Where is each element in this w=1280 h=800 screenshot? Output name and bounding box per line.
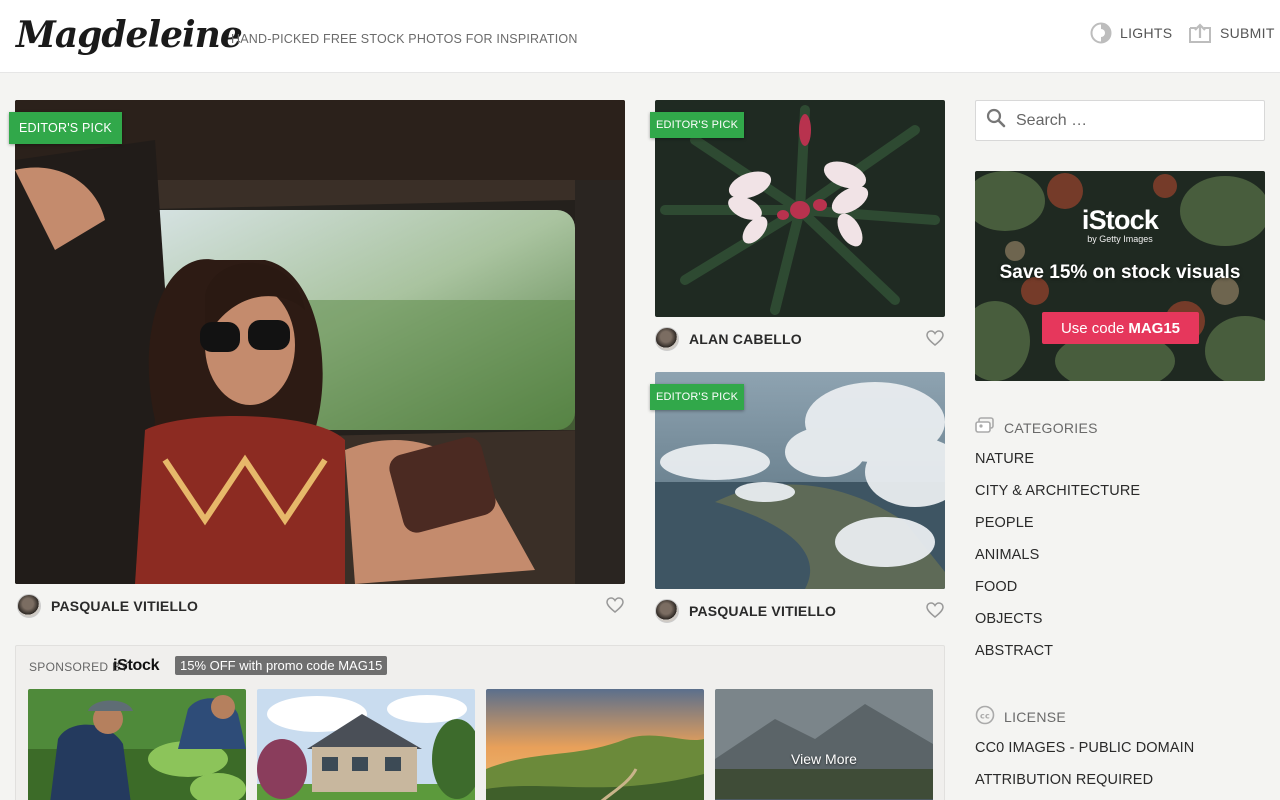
search-box[interactable] <box>975 100 1265 141</box>
heart-icon[interactable] <box>606 597 624 618</box>
sponsored-thumb-view-more[interactable]: View More <box>715 689 933 800</box>
license-attribution[interactable]: ATTRIBUTION REQUIRED <box>975 772 1194 800</box>
sponsored-thumb-gardeners[interactable] <box>28 689 246 800</box>
search-input[interactable] <box>1016 111 1246 130</box>
ad-istock-logo: iStock <box>1081 205 1159 235</box>
view-more-link[interactable]: View More <box>715 751 933 767</box>
categories-heading: CATEGORIES <box>975 417 1098 438</box>
category-food[interactable]: FOOD <box>975 579 1140 611</box>
svg-text:cc: cc <box>980 712 990 721</box>
category-nature[interactable]: NATURE <box>975 451 1140 483</box>
sponsored-strip: SPONSORED BY iStock 15% OFF with promo c… <box>15 645 945 800</box>
category-city-architecture[interactable]: CITY & ARCHITECTURE <box>975 483 1140 515</box>
category-people[interactable]: PEOPLE <box>975 515 1140 547</box>
lights-label: LIGHTS <box>1120 25 1173 41</box>
photo-author[interactable]: ALAN CABELLO <box>655 327 802 351</box>
submit-label: SUBMIT <box>1220 25 1275 41</box>
ad-cta-text: Use code <box>1060 319 1125 337</box>
heart-icon[interactable] <box>926 602 944 623</box>
category-objects[interactable]: OBJECTS <box>975 611 1140 643</box>
sponsored-thumb-landscape[interactable] <box>486 689 704 800</box>
lights-toggle[interactable]: LIGHTS <box>1090 22 1172 44</box>
editors-pick-badge: EDITOR'S PICK <box>650 384 745 410</box>
photo-woman-in-car[interactable] <box>15 100 625 584</box>
category-abstract[interactable]: ABSTRACT <box>975 643 1140 675</box>
photo-author[interactable]: PASQUALE VITIELLO <box>17 594 198 618</box>
editors-pick-badge: EDITOR'S PICK <box>9 112 122 144</box>
categories-icon <box>975 417 995 438</box>
author-avatar <box>655 327 679 351</box>
promo-code-badge: 15% OFF with promo code MAG15 <box>175 656 388 675</box>
creative-commons-icon: cc <box>975 705 995 728</box>
search-icon <box>986 108 1006 133</box>
site-header: Magdeleine HAND-PICKED FREE STOCK PHOTOS… <box>0 0 1280 73</box>
category-list: NATURE CITY & ARCHITECTURE PEOPLE ANIMAL… <box>975 451 1140 675</box>
categories-title: CATEGORIES <box>1004 419 1098 436</box>
ad-headline: Save 15% on stock visuals <box>999 262 1241 283</box>
license-cc0[interactable]: CC0 IMAGES - PUBLIC DOMAIN <box>975 740 1194 772</box>
editors-pick-badge: EDITOR'S PICK <box>650 112 745 138</box>
ad-istock-sublogo: by Getty Images <box>1087 234 1153 244</box>
photo-author[interactable]: PASQUALE VITIELLO <box>655 599 836 623</box>
submit-link[interactable]: SUBMIT <box>1188 22 1275 44</box>
license-heading: cc LICENSE <box>975 705 1066 728</box>
author-avatar <box>17 594 41 618</box>
istock-ad-banner[interactable]: iStock by Getty Images Save 15% on stock… <box>975 171 1265 381</box>
ad-cta-button[interactable]: Use code MAG15 <box>1042 312 1199 344</box>
license-title: LICENSE <box>1004 708 1067 725</box>
sponsored-thumb-house[interactable] <box>257 689 475 800</box>
author-name: ALAN CABELLO <box>689 331 802 347</box>
category-animals[interactable]: ANIMALS <box>975 547 1140 579</box>
lights-icon <box>1090 22 1112 44</box>
ad-cta-code: MAG15 <box>1128 319 1181 337</box>
author-name: PASQUALE VITIELLO <box>689 603 837 619</box>
author-avatar <box>655 599 679 623</box>
site-tagline: HAND-PICKED FREE STOCK PHOTOS FOR INSPIR… <box>231 32 578 46</box>
upload-icon <box>1188 22 1212 44</box>
site-logo[interactable]: Magdeleine <box>16 14 243 56</box>
license-list: CC0 IMAGES - PUBLIC DOMAIN ATTRIBUTION R… <box>975 740 1194 800</box>
author-name: PASQUALE VITIELLO <box>51 598 199 614</box>
istock-logo[interactable]: iStock <box>113 657 160 675</box>
heart-icon[interactable] <box>926 330 944 351</box>
